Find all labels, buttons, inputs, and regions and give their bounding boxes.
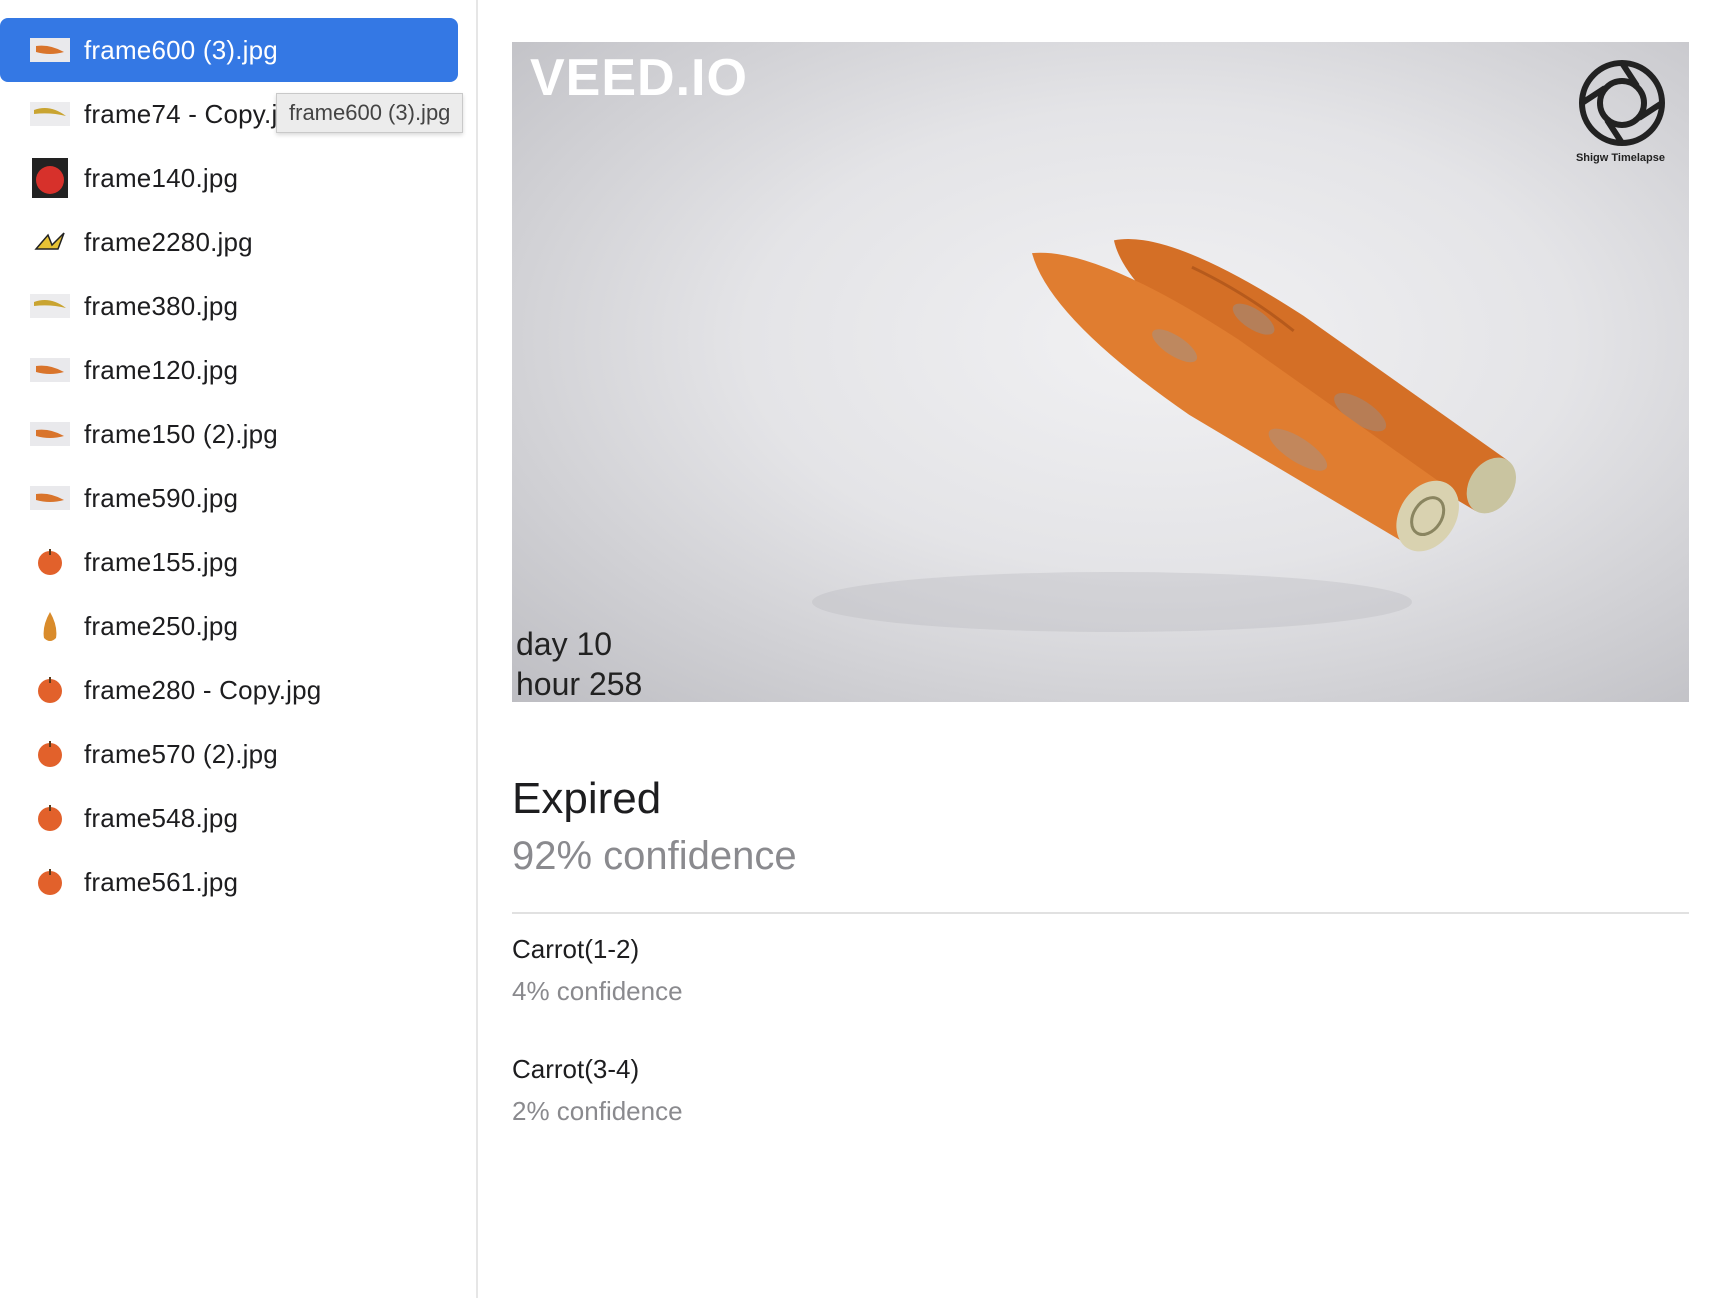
file-name: frame74 - Copy.jpg <box>84 98 307 129</box>
filename-tooltip: frame600 (3).jpg <box>276 93 464 133</box>
file-list-item[interactable]: frame150 (2).jpg <box>0 402 458 466</box>
file-name: frame155.jpg <box>84 546 239 577</box>
carrot-photo <box>812 239 1516 632</box>
file-name: frame2280.jpg <box>84 226 253 257</box>
apple-icon <box>28 732 72 776</box>
top-prediction-label: Expired <box>512 774 662 823</box>
apple-icon <box>28 796 72 840</box>
hour-overlay: hour 258 <box>516 666 643 702</box>
alternative-prediction: Carrot(1-2) 4% confidence <box>512 928 1689 1012</box>
tomato-icon <box>28 156 72 200</box>
file-list-item[interactable]: frame548.jpg <box>0 786 458 850</box>
file-name: frame120.jpg <box>84 354 239 385</box>
pear-icon <box>28 604 72 648</box>
veed-watermark: VEED.IO <box>530 49 748 107</box>
classification-result: Expired 92% confidence Carrot(1-2) 4% co… <box>512 770 1689 1132</box>
carrot-icon <box>28 476 72 520</box>
apple-icon <box>28 860 72 904</box>
camera-aperture-logo <box>1579 60 1665 146</box>
file-list-item[interactable]: frame250.jpg <box>0 594 458 658</box>
file-list-item[interactable]: frame280 - Copy.jpg <box>0 658 458 722</box>
carrot-icon <box>28 28 72 72</box>
apple-icon <box>28 540 72 584</box>
file-name: frame140.jpg <box>84 162 239 193</box>
file-name: frame600 (3).jpg <box>84 34 278 65</box>
carrot-icon <box>28 348 72 392</box>
day-overlay: day 10 <box>516 626 613 662</box>
file-list-item[interactable]: frame561.jpg <box>0 850 458 914</box>
file-name: frame280 - Copy.jpg <box>84 674 322 705</box>
file-list-item[interactable]: frame2280.jpg <box>0 210 458 274</box>
file-name: frame590.jpg <box>84 482 239 513</box>
file-list-item[interactable]: frame380.jpg <box>0 274 458 338</box>
alternative-confidence: 4% confidence <box>512 976 683 1006</box>
top-prediction-confidence: 92% confidence <box>512 834 797 878</box>
file-list-item[interactable]: frame155.jpg <box>0 530 458 594</box>
file-name: frame548.jpg <box>84 802 239 833</box>
file-list-item[interactable]: frame140.jpg <box>0 146 458 210</box>
file-name: frame561.jpg <box>84 866 239 897</box>
banana-icon <box>28 284 72 328</box>
file-list-item[interactable]: frame120.jpg <box>0 338 458 402</box>
image-preview: VEED.IO Shigw Timelapse day 10 hour 258 <box>512 42 1689 702</box>
file-name: frame250.jpg <box>84 610 239 641</box>
file-name: frame570 (2).jpg <box>84 738 278 769</box>
file-name: frame380.jpg <box>84 290 239 321</box>
carrot-icon <box>28 412 72 456</box>
banana-icon <box>28 92 72 136</box>
file-list-item[interactable]: frame590.jpg <box>0 466 458 530</box>
file-list: frame600 (3).jpg frame74 - Copy.jpg frame1… <box>0 18 478 914</box>
file-name: frame150 (2).jpg <box>84 418 278 449</box>
file-list-item[interactable]: frame570 (2).jpg <box>0 722 458 786</box>
apple-icon <box>28 668 72 712</box>
file-sidebar: frame600 (3).jpg frame74 - Copy.jpg frame1… <box>0 0 478 1298</box>
alternative-label: Carrot(1-2) <box>512 934 640 964</box>
alternative-prediction: Carrot(3-4) 2% confidence <box>512 1048 1689 1132</box>
alternative-label: Carrot(3-4) <box>512 1054 640 1084</box>
logo-caption: Shigw Timelapse <box>1575 152 1665 164</box>
result-divider <box>512 912 1689 914</box>
file-list-item[interactable]: frame600 (3).jpg <box>0 18 458 82</box>
banana-peel-icon <box>28 220 72 264</box>
alternative-confidence: 2% confidence <box>512 1096 683 1126</box>
